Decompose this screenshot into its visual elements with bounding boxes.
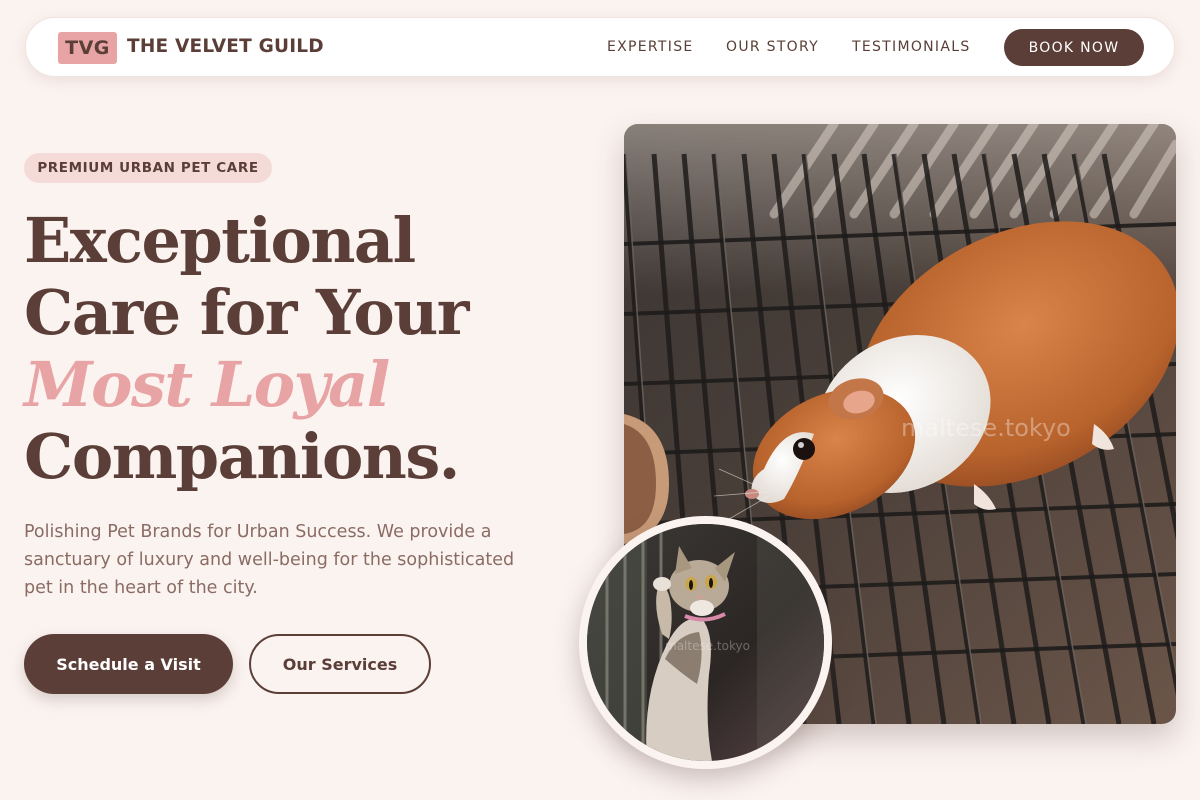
nav-link-our-story[interactable]: OUR STORY [726, 39, 819, 55]
kitten-photo: maltese.tokyo [579, 516, 832, 769]
brand-name[interactable]: THE VELVET GUILD [127, 36, 324, 57]
book-now-button[interactable]: BOOK NOW [1004, 29, 1144, 66]
logo-mark[interactable]: TVG [58, 32, 117, 64]
our-services-button[interactable]: Our Services [249, 634, 431, 694]
top-navbar: TVG THE VELVET GUILD EXPERTISE OUR STORY… [25, 17, 1175, 77]
nav-link-testimonials[interactable]: TESTIMONIALS [852, 39, 971, 55]
hero-description: Polishing Pet Brands for Urban Success. … [24, 522, 515, 598]
headline-text-end: Companions. [24, 420, 460, 493]
category-badge: PREMIUM URBAN PET CARE [24, 153, 272, 183]
schedule-visit-button[interactable]: Schedule a Visit [24, 634, 233, 694]
hero-headline: Exceptional Care for Your Most Loyal Com… [24, 205, 584, 493]
kitten-illustration: maltese.tokyo [587, 524, 824, 761]
photo-watermark: maltese.tokyo [901, 414, 1071, 442]
headline-text: Exceptional Care for Your [24, 204, 469, 349]
kitten-watermark: maltese.tokyo [665, 639, 750, 653]
nav-link-expertise[interactable]: EXPERTISE [607, 39, 694, 55]
headline-accent: Most Loyal [24, 348, 390, 421]
